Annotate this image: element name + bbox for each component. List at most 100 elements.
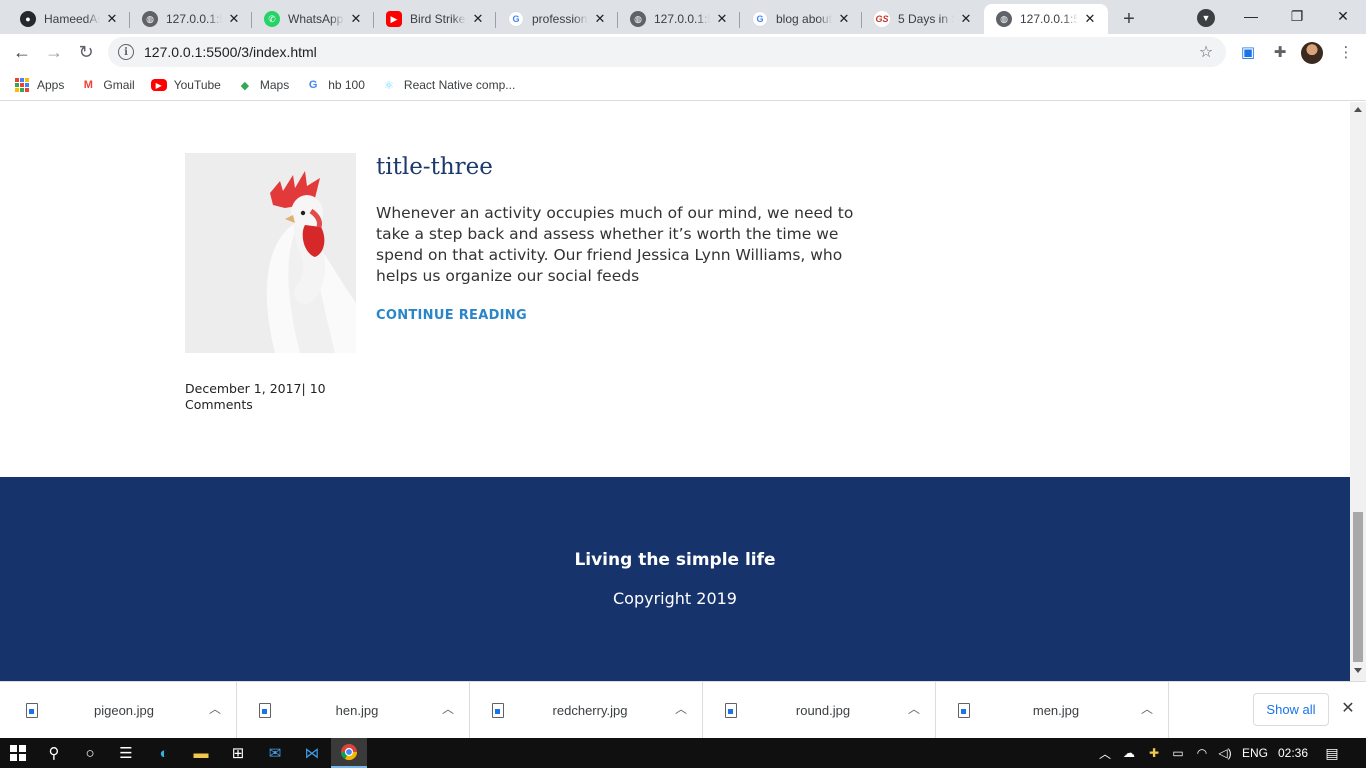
notifications-icon[interactable]: ▤ bbox=[1322, 745, 1342, 761]
back-arrow-icon[interactable]: ← bbox=[8, 38, 36, 66]
file-explorer-icon[interactable]: ▬ bbox=[183, 738, 219, 768]
tab-title: profession bbox=[532, 12, 588, 26]
address-bar[interactable]: i 127.0.0.1:5500/3/index.html ☆ bbox=[108, 37, 1226, 67]
tab-title: Bird Strike bbox=[410, 12, 466, 26]
close-icon[interactable]: ✕ bbox=[1339, 699, 1357, 717]
bookmark-star-icon[interactable]: ☆ bbox=[1194, 42, 1218, 62]
scroll-down-icon[interactable] bbox=[1354, 668, 1362, 673]
new-tab-button[interactable]: + bbox=[1116, 6, 1142, 32]
browser-toolbar: ← → ↻ i 127.0.0.1:5500/3/index.html ☆ ▣ … bbox=[0, 34, 1366, 70]
apps-icon bbox=[14, 77, 30, 93]
close-icon[interactable]: ✕ bbox=[470, 11, 486, 27]
chevron-up-icon[interactable]: ︿ bbox=[442, 700, 454, 717]
wifi-icon[interactable]: ◠ bbox=[1194, 746, 1210, 760]
tab-title: WhatsApp bbox=[288, 12, 344, 26]
tab-whatsapp[interactable]: ✆ WhatsApp ✕ bbox=[252, 4, 374, 34]
youtube-icon: ▶ bbox=[386, 11, 402, 27]
chevron-up-icon[interactable]: ︿ bbox=[908, 700, 920, 717]
tab-title: blog about bbox=[776, 12, 832, 26]
tab-google-2[interactable]: G blog about ✕ bbox=[740, 4, 862, 34]
profile-avatar[interactable] bbox=[1301, 42, 1323, 64]
file-icon bbox=[26, 703, 38, 718]
tray-app-icon[interactable]: ✚ bbox=[1145, 746, 1163, 760]
bookmark-react-native[interactable]: ⚛ React Native comp... bbox=[381, 77, 515, 93]
tab-search-icon[interactable]: ▼ bbox=[1197, 9, 1215, 27]
google-icon: G bbox=[508, 11, 524, 27]
page-scrollbar[interactable] bbox=[1350, 102, 1366, 681]
menu-kebab-icon[interactable]: ⋮ bbox=[1336, 42, 1356, 62]
search-icon[interactable]: ⚲ bbox=[36, 738, 72, 768]
mail-icon[interactable]: ✉ bbox=[257, 738, 293, 768]
tab-localhost-active[interactable]: ◍ 127.0.0.1:5 ✕ bbox=[984, 4, 1108, 34]
forward-arrow-icon[interactable]: → bbox=[40, 38, 68, 66]
close-icon[interactable]: ✕ bbox=[226, 11, 242, 27]
post-meta: December 1, 2017| 10 Comments bbox=[185, 381, 326, 412]
bookmark-maps[interactable]: ◆ Maps bbox=[237, 77, 290, 93]
bookmark-gmail[interactable]: M Gmail bbox=[80, 77, 135, 93]
download-item[interactable]: pigeon.jpg ︿ bbox=[4, 682, 237, 739]
tab-title: HameedAs bbox=[44, 12, 100, 26]
windows-start-icon[interactable] bbox=[0, 738, 36, 768]
chevron-up-icon[interactable]: ︿ bbox=[209, 700, 221, 717]
battery-icon[interactable]: ▭ bbox=[1170, 746, 1186, 760]
youtube-icon: ▶ bbox=[150, 79, 167, 91]
scroll-up-icon[interactable] bbox=[1354, 107, 1362, 112]
close-icon[interactable]: ✕ bbox=[592, 11, 608, 27]
language-indicator[interactable]: ENG bbox=[1240, 746, 1270, 760]
tab-google-1[interactable]: G profession ✕ bbox=[496, 4, 618, 34]
close-icon[interactable]: ✕ bbox=[104, 11, 120, 27]
extensions-puzzle-icon[interactable]: ✚ bbox=[1270, 42, 1290, 62]
tab-github[interactable]: ● HameedAs ✕ bbox=[8, 4, 130, 34]
clock[interactable]: 02:36 bbox=[1276, 746, 1310, 760]
minimize-button[interactable]: — bbox=[1228, 0, 1274, 32]
file-icon bbox=[492, 703, 504, 718]
reload-icon[interactable]: ↻ bbox=[72, 38, 100, 66]
screencast-icon[interactable]: ▣ bbox=[1238, 42, 1258, 62]
footer-title: Living the simple life bbox=[574, 550, 776, 570]
download-item[interactable]: redcherry.jpg ︿ bbox=[470, 682, 703, 739]
close-icon[interactable]: ✕ bbox=[714, 11, 730, 27]
restore-button[interactable]: ❐ bbox=[1274, 0, 1320, 32]
url-text[interactable]: 127.0.0.1:5500/3/index.html bbox=[144, 44, 1194, 60]
tab-title: 127.0.0.1:5 bbox=[654, 12, 710, 26]
tab-5-days[interactable]: GS 5 Days in S ✕ bbox=[862, 4, 984, 34]
download-item[interactable]: men.jpg ︿ bbox=[936, 682, 1169, 739]
chevron-up-icon[interactable]: ︿ bbox=[1098, 746, 1112, 761]
chevron-up-icon[interactable]: ︿ bbox=[1141, 700, 1153, 717]
tab-localhost-1[interactable]: ◍ 127.0.0.1:5 ✕ bbox=[130, 4, 252, 34]
file-icon bbox=[958, 703, 970, 718]
continue-reading-link[interactable]: CONTINUE READING bbox=[376, 308, 527, 323]
close-icon[interactable]: ✕ bbox=[1082, 11, 1098, 27]
download-item[interactable]: hen.jpg ︿ bbox=[237, 682, 470, 739]
post-image-rooster bbox=[185, 153, 356, 353]
bookmark-youtube[interactable]: ▶ YouTube bbox=[150, 78, 221, 92]
tab-title: 127.0.0.1:5 bbox=[166, 12, 222, 26]
tab-youtube[interactable]: ▶ Bird Strike ✕ bbox=[374, 4, 496, 34]
close-icon[interactable]: ✕ bbox=[348, 11, 364, 27]
onedrive-cloud-icon[interactable]: ☁ bbox=[1120, 746, 1138, 760]
bookmark-hb100[interactable]: G hb 100 bbox=[305, 77, 365, 93]
chevron-up-icon[interactable]: ︿ bbox=[675, 700, 687, 717]
bookmark-label: hb 100 bbox=[328, 78, 365, 92]
close-window-button[interactable]: ✕ bbox=[1320, 0, 1366, 32]
chrome-icon[interactable] bbox=[331, 738, 367, 768]
download-item[interactable]: round.jpg ︿ bbox=[703, 682, 936, 739]
site-info-icon[interactable]: i bbox=[118, 44, 134, 60]
github-icon: ● bbox=[20, 11, 36, 27]
volume-icon[interactable]: ◁) bbox=[1216, 746, 1234, 760]
close-icon[interactable]: ✕ bbox=[958, 11, 974, 27]
bookmark-label: React Native comp... bbox=[403, 78, 516, 92]
vscode-icon[interactable]: ⋈ bbox=[294, 738, 330, 768]
close-icon[interactable]: ✕ bbox=[836, 11, 852, 27]
tab-localhost-2[interactable]: ◍ 127.0.0.1:5 ✕ bbox=[618, 4, 740, 34]
edge-icon[interactable]: ◐ bbox=[146, 738, 182, 768]
task-view-icon[interactable]: ☰ bbox=[108, 738, 144, 768]
gmail-icon: M bbox=[83, 79, 93, 91]
react-icon: ⚛ bbox=[383, 79, 394, 92]
google-icon: G bbox=[308, 79, 318, 91]
scroll-thumb[interactable] bbox=[1353, 512, 1363, 662]
store-icon[interactable]: ⊞ bbox=[220, 738, 256, 768]
bookmark-apps[interactable]: Apps bbox=[14, 77, 64, 93]
show-all-button[interactable]: Show all bbox=[1253, 693, 1329, 726]
cortana-icon[interactable]: ○ bbox=[72, 738, 108, 768]
